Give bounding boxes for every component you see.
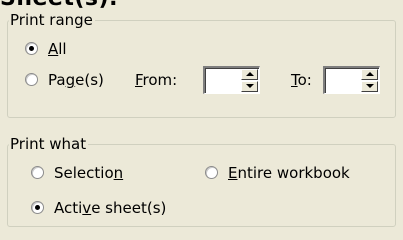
radio-all[interactable] [25, 42, 38, 55]
to-spin-down-button[interactable] [361, 81, 378, 92]
from-spin-buttons [241, 69, 258, 92]
radio-entire-workbook[interactable] [205, 166, 218, 179]
radio-pages-label[interactable]: Page(s) [48, 71, 104, 89]
print-dialog-panel: Sheet(s). Print range All Page(s) From: … [0, 0, 403, 240]
print-what-legend: Print what [9, 135, 89, 153]
from-spin-down-button[interactable] [241, 81, 258, 92]
from-label: From: [135, 71, 178, 89]
to-label: To: [291, 71, 312, 89]
radio-pages[interactable] [25, 73, 38, 86]
radio-all-label[interactable]: All [48, 40, 67, 58]
radio-selection-label[interactable]: Selection [54, 164, 123, 182]
print-range-group: Print range All Page(s) From: To: [7, 11, 396, 118]
spin-up-arrow-icon [246, 72, 254, 76]
radio-selection[interactable] [31, 166, 44, 179]
radio-selected-dot [35, 205, 40, 210]
radio-active-sheets[interactable] [31, 201, 44, 214]
to-spin-buttons [361, 69, 378, 92]
to-page-spinner[interactable] [323, 66, 380, 94]
cropped-header-text: Sheet(s). [0, 0, 118, 11]
from-page-spinner[interactable] [203, 66, 260, 94]
print-what-group: Print what Selection Entire workbook Act… [7, 135, 396, 227]
from-spin-up-button[interactable] [241, 69, 258, 80]
spin-up-arrow-icon [366, 72, 374, 76]
spin-down-arrow-icon [246, 84, 254, 88]
radio-active-sheets-label[interactable]: Active sheet(s) [54, 199, 166, 217]
print-range-legend: Print range [9, 11, 95, 29]
radio-selected-dot [29, 46, 34, 51]
spin-down-arrow-icon [366, 84, 374, 88]
radio-entire-workbook-label[interactable]: Entire workbook [228, 164, 350, 182]
to-spin-up-button[interactable] [361, 69, 378, 80]
